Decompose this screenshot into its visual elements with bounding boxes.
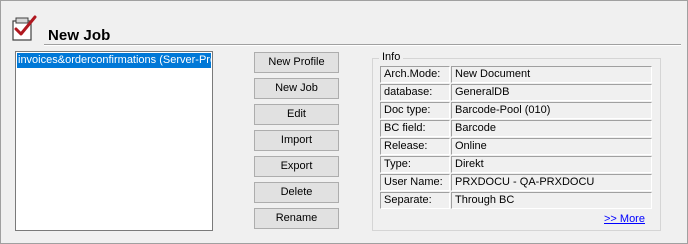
- info-row-release: Release: Online: [380, 138, 652, 155]
- info-group-label: Info: [379, 51, 404, 64]
- rename-button[interactable]: Rename: [254, 208, 339, 229]
- info-value: Online: [451, 138, 652, 155]
- new-job-panel: New Job invoices&orderconfirmations (Ser…: [0, 0, 688, 244]
- more-link[interactable]: >> More: [604, 213, 645, 225]
- info-key: Separate:: [380, 192, 450, 209]
- export-button[interactable]: Export: [254, 156, 339, 177]
- list-item[interactable]: invoices&orderconfirmations (Server-Prof…: [17, 53, 211, 68]
- info-value: Barcode-Pool (010): [451, 102, 652, 119]
- info-row-arch-mode: Arch.Mode: New Document: [380, 66, 652, 83]
- info-row-separate: Separate: Through BC: [380, 192, 652, 209]
- info-key: Release:: [380, 138, 450, 155]
- info-value: PRXDOCU - QA-PRXDOCU: [451, 174, 652, 191]
- info-row-type: Type: Direkt: [380, 156, 652, 173]
- info-row-doc-type: Doc type: Barcode-Pool (010): [380, 102, 652, 119]
- info-row-user-name: User Name: PRXDOCU - QA-PRXDOCU: [380, 174, 652, 191]
- info-key: Doc type:: [380, 102, 450, 119]
- new-profile-button[interactable]: New Profile: [254, 52, 339, 73]
- info-value: New Document: [451, 66, 652, 83]
- page-title: New Job: [48, 27, 111, 44]
- info-value: Barcode: [451, 120, 652, 137]
- info-key: database:: [380, 84, 450, 101]
- info-table: Arch.Mode: New Document database: Genera…: [380, 66, 652, 210]
- import-button[interactable]: Import: [254, 130, 339, 151]
- info-key: User Name:: [380, 174, 450, 191]
- title-divider: [44, 44, 681, 46]
- new-job-button[interactable]: New Job: [254, 78, 339, 99]
- profile-listbox[interactable]: invoices&orderconfirmations (Server-Prof…: [15, 51, 213, 231]
- clipboard-check-icon: [12, 15, 37, 41]
- delete-button[interactable]: Delete: [254, 182, 339, 203]
- edit-button[interactable]: Edit: [254, 104, 339, 125]
- info-value: Through BC: [451, 192, 652, 209]
- info-value: Direkt: [451, 156, 652, 173]
- info-key: Type:: [380, 156, 450, 173]
- info-key: BC field:: [380, 120, 450, 137]
- info-row-bc-field: BC field: Barcode: [380, 120, 652, 137]
- info-value: GeneralDB: [451, 84, 652, 101]
- info-row-database: database: GeneralDB: [380, 84, 652, 101]
- info-key: Arch.Mode:: [380, 66, 450, 83]
